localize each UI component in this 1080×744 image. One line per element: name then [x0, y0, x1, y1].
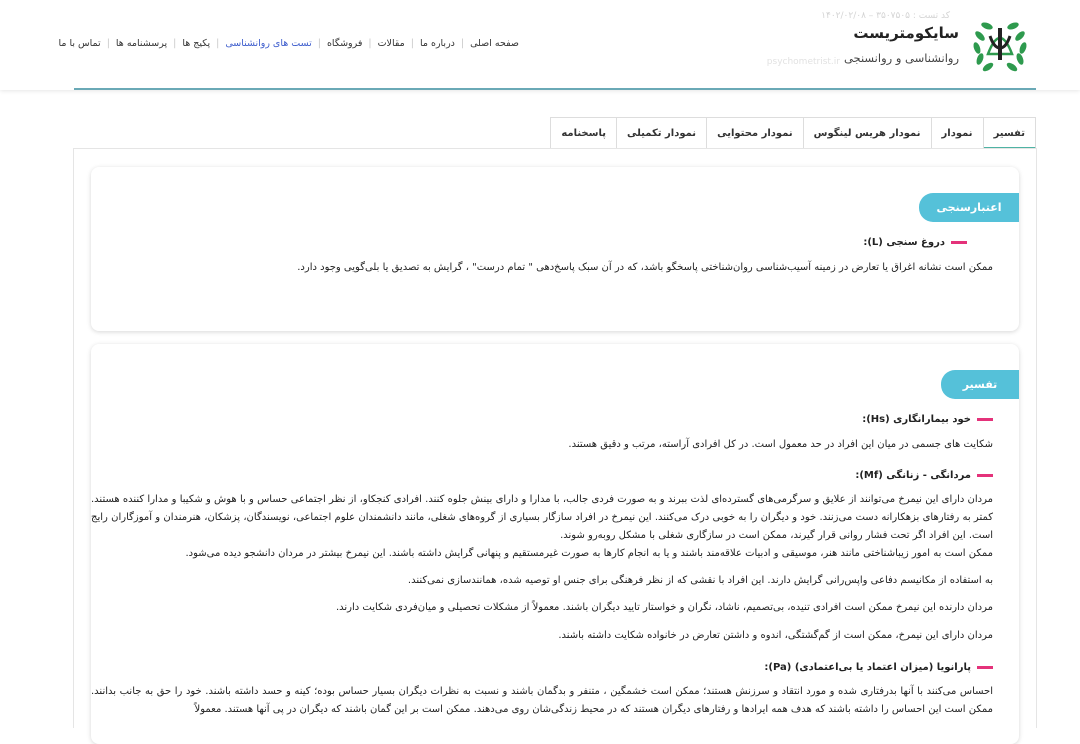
nav-link[interactable]: پکیج ها	[177, 38, 215, 49]
item-heading: خود بیمارانگاری (Hs):	[862, 414, 993, 425]
dash-marker	[977, 666, 993, 669]
item-paragraph: ممکن است به امور زیباشناختی مانند هنر، م…	[185, 548, 993, 559]
item-paragraph: به استفاده از مکانیسم دفاعی واپس‌رانی گر…	[407, 575, 993, 586]
brand-name[interactable]: سایکومتریست	[853, 24, 959, 42]
item-heading: پارانویا (میزان اعتماد یا بی‌اعتمادی) (P…	[764, 662, 993, 673]
nav-separator: |	[317, 38, 321, 49]
item-paragraph: مردان دارای این نیمرخ می‌توانند از علایق…	[91, 494, 993, 541]
item-heading-text: پارانویا (میزان اعتماد یا بی‌اعتمادی) (P…	[764, 662, 971, 673]
tab[interactable]: نمودار محتوایی	[707, 117, 804, 149]
nav-separator: |	[460, 38, 465, 49]
tab[interactable]: تفسیر	[983, 117, 1036, 149]
nav-separator: |	[173, 38, 177, 49]
nav-link[interactable]: تست های روانشناسی	[220, 38, 316, 49]
result-tabs: تفسیر نمودار نمودار هریس لینگوس نمودار محتو…	[550, 117, 1036, 149]
item-paragraph: ممکن است نشانه اغراق یا تعارض در زمینه آ…	[297, 262, 993, 273]
item-heading: مردانگی - زنانگی (Mf):	[855, 470, 993, 481]
item-paragraph: شکایت های جسمی در میان این افراد در حد م…	[568, 439, 993, 450]
nav-separator: |	[410, 38, 414, 49]
header-faded-text: psychometrist.ir	[766, 57, 840, 67]
nav-separator: |	[216, 38, 220, 49]
interpretation-card: تفسیر خود بیمارانگاری (Hs): شکایت های جس…	[91, 344, 1019, 744]
section-title-interpretation: تفسیر	[941, 370, 1019, 399]
dash-marker	[977, 474, 993, 477]
nav-link[interactable]: درباره ما	[415, 38, 460, 49]
item-paragraph: احساس می‌کنند با آنها بدرفتاری شده و مور…	[91, 686, 993, 715]
item-heading-text: خود بیمارانگاری (Hs):	[862, 414, 971, 425]
site-logo-icon[interactable]	[968, 14, 1032, 74]
tab[interactable]: نمودار	[931, 117, 984, 149]
site-header: کد تست : ۳۵۰۷۵۰۵ – ۱۴۰۲/۰۲/۰۸ psychometr…	[0, 0, 1080, 90]
brand-tagline: روانشناسی و روانسنجی	[843, 51, 959, 65]
dash-marker	[977, 418, 993, 421]
tab[interactable]: نمودار هریس لینگوس	[803, 117, 932, 149]
main-nav: صفحه اصلی | درباره ما | مقالات | فروشگاه | تست ه…	[54, 38, 525, 49]
item-heading: دروغ سنجی (L):	[863, 237, 967, 248]
item-paragraph: مردان دارای این نیمرخ، ممکن است از گم‌گش…	[558, 630, 993, 641]
nav-link[interactable]: صفحه اصلی	[465, 38, 524, 49]
nav-link[interactable]: فروشگاه	[322, 38, 367, 49]
item-heading-text: مردانگی - زنانگی (Mf):	[855, 470, 971, 481]
nav-link[interactable]: تماس با ما	[54, 38, 106, 49]
item-paragraph: مردان دارنده این نیمرخ ممکن است افرادی ت…	[335, 602, 993, 613]
item-heading-text: دروغ سنجی (L):	[863, 237, 945, 248]
dash-marker	[951, 241, 967, 244]
tab[interactable]: پاسخنامه	[550, 117, 617, 149]
nav-separator: |	[106, 38, 110, 49]
tab[interactable]: نمودار تکمیلی	[616, 117, 708, 149]
nav-link[interactable]: پرسشنامه ها	[111, 38, 172, 49]
nav-separator: |	[368, 38, 372, 49]
section-title-validity: اعتبارسنجی	[919, 193, 1019, 222]
nav-link[interactable]: مقالات	[373, 38, 410, 49]
header-divider	[74, 88, 1036, 90]
validity-card: اعتبارسنجی دروغ سنجی (L): ممکن است نشانه…	[91, 167, 1019, 331]
header-faded-date: کد تست : ۳۵۰۷۵۰۵ – ۱۴۰۲/۰۲/۰۸	[821, 11, 950, 21]
